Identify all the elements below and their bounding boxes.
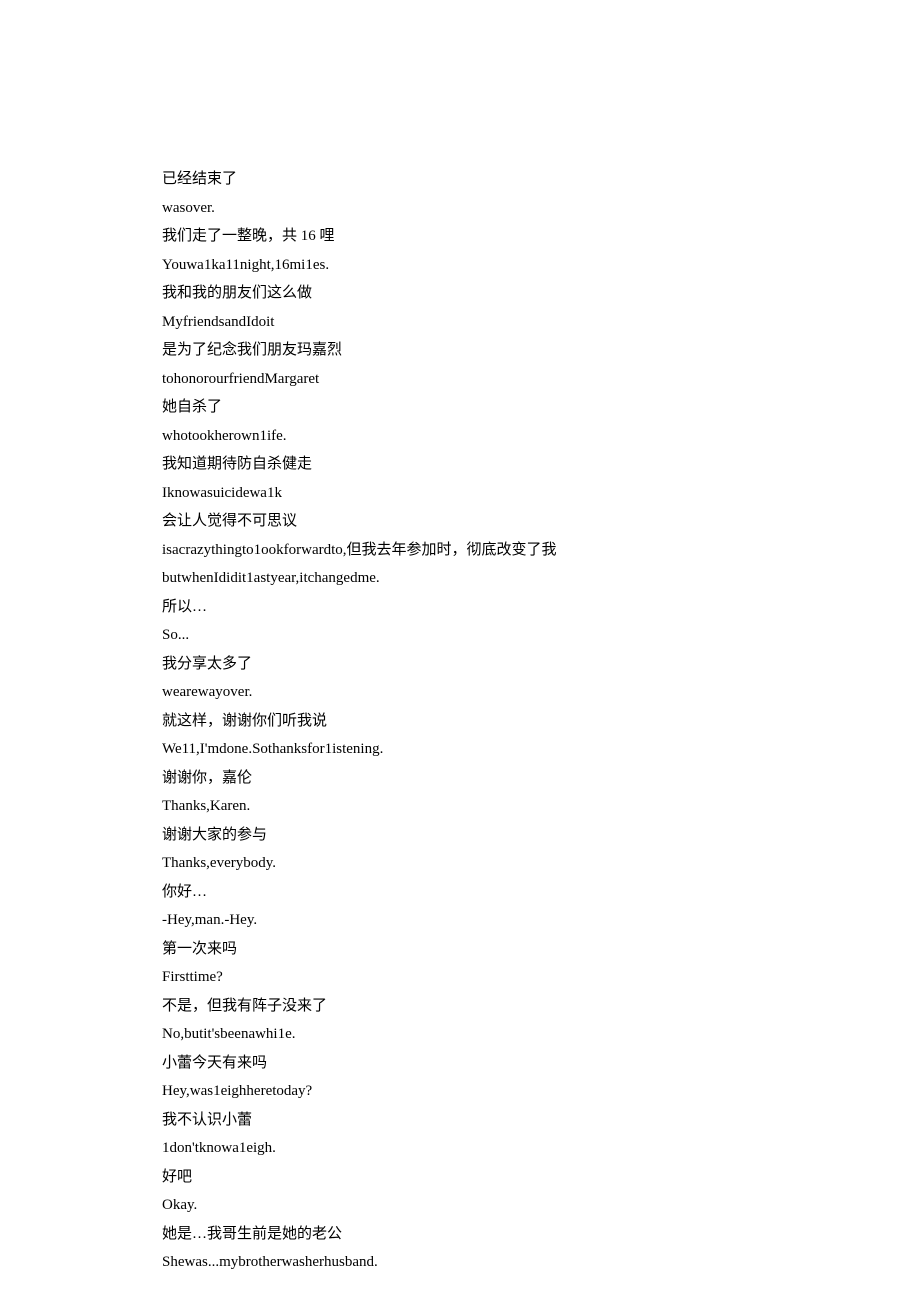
text-line: 我知道期待防自杀健走: [162, 450, 920, 479]
text-line: Iknowasuicidewa1k: [162, 479, 920, 508]
text-line: 你好…: [162, 878, 920, 907]
text-line: 谢谢你，嘉伦: [162, 764, 920, 793]
text-line: 所以…: [162, 593, 920, 622]
text-line: 第一次来吗: [162, 935, 920, 964]
text-line: 好吧: [162, 1163, 920, 1192]
text-line: 就这样，谢谢你们听我说: [162, 707, 920, 736]
text-line: 1don'tknowa1eigh.: [162, 1134, 920, 1163]
text-line: Thanks,everybody.: [162, 849, 920, 878]
text-line: 我和我的朋友们这么做: [162, 279, 920, 308]
text-line: No,butit'sbeenawhi1e.: [162, 1020, 920, 1049]
text-line: 我分享太多了: [162, 650, 920, 679]
text-line: 她自杀了: [162, 393, 920, 422]
text-line: tohonorourfriendMargaret: [162, 365, 920, 394]
text-line: 不是，但我有阵子没来了: [162, 992, 920, 1021]
text-line: We11,I'mdone.Sothanksfor1istening.: [162, 735, 920, 764]
text-line: 已经结束了: [162, 165, 920, 194]
text-line: 谢谢大家的参与: [162, 821, 920, 850]
text-line: Thanks,Karen.: [162, 792, 920, 821]
text-line: 她是…我哥生前是她的老公: [162, 1220, 920, 1249]
text-line: 我不认识小蕾: [162, 1106, 920, 1135]
text-line: isacrazythingto1ookforwardto,但我去年参加时，彻底改…: [162, 536, 920, 565]
text-line: Hey,was1eighheretoday?: [162, 1077, 920, 1106]
text-line: -Hey,man.-Hey.: [162, 906, 920, 935]
text-line: whotookherown1ife.: [162, 422, 920, 451]
text-line: 小蕾今天有来吗: [162, 1049, 920, 1078]
text-line: Shewas...mybrotherwasherhusband.: [162, 1248, 920, 1277]
document-body: 已经结束了wasover.我们走了一整晚，共 16 哩Youwa1ka11nig…: [162, 165, 920, 1277]
text-line: So...: [162, 621, 920, 650]
text-line: Okay.: [162, 1191, 920, 1220]
text-line: Firsttime?: [162, 963, 920, 992]
text-line: wearewayover.: [162, 678, 920, 707]
text-line: 是为了纪念我们朋友玛嘉烈: [162, 336, 920, 365]
text-line: wasover.: [162, 194, 920, 223]
text-line: 我们走了一整晚，共 16 哩: [162, 222, 920, 251]
text-line: Youwa1ka11night,16mi1es.: [162, 251, 920, 280]
text-line: MyfriendsandIdoit: [162, 308, 920, 337]
text-line: 会让人觉得不可思议: [162, 507, 920, 536]
text-line: butwhenIdidit1astyear,itchangedme.: [162, 564, 920, 593]
